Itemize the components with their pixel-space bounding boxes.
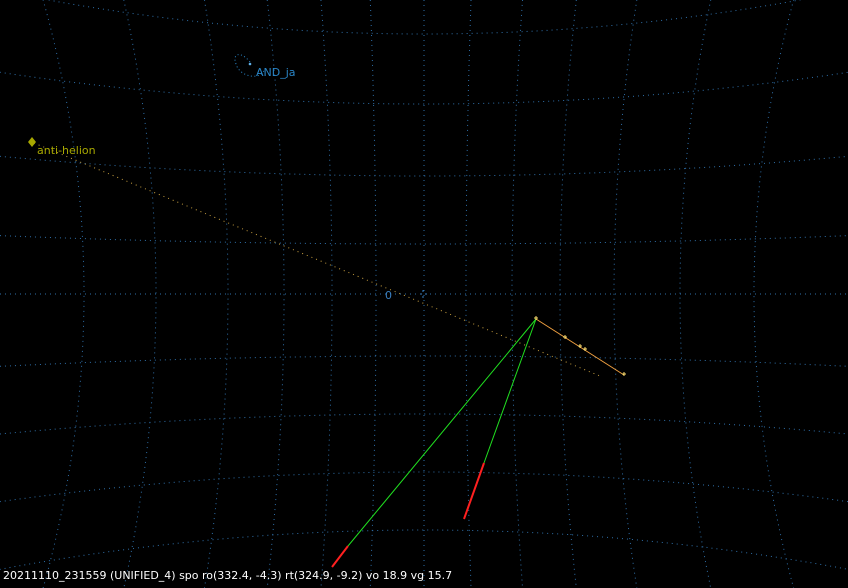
origin-label: 0: [385, 289, 392, 302]
status-bar: 20211110_231559 (UNIFIED_4) spo ro(332.4…: [3, 569, 453, 582]
anti-helion-label: anti-helion: [37, 144, 96, 157]
sky-map-canvas[interactable]: AND_ja anti-helion 0: [0, 0, 848, 588]
radiant-marker[interactable]: [248, 62, 252, 66]
radiant-label: AND_ja: [256, 66, 296, 79]
